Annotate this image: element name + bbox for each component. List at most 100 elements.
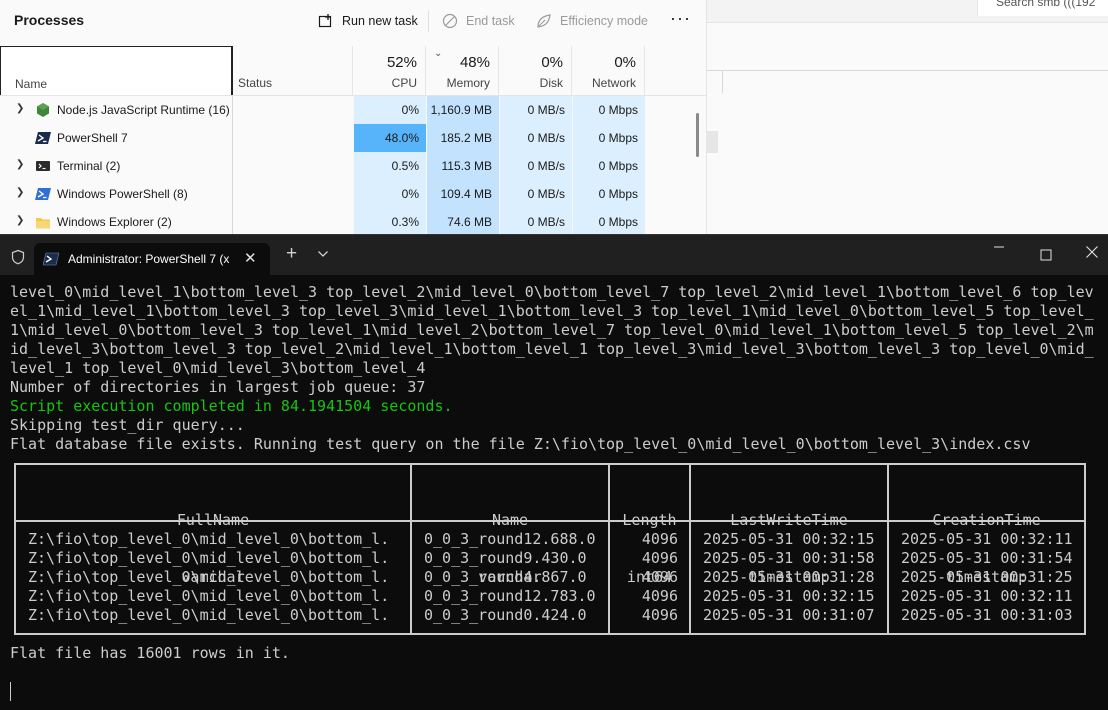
expand-chevron-icon[interactable]: ❯	[16, 215, 24, 226]
end-task-label: End task	[466, 14, 515, 28]
query-result-table: FullName varchar Name varchar Length int…	[14, 463, 1086, 635]
table-cell: 4096	[641, 549, 678, 567]
process-row[interactable]: PowerShell 7 48.0% 185.2 MB 0 MB/s 0 Mbp…	[0, 124, 706, 152]
process-row[interactable]: ❯ Node.js JavaScript Runtime (16) 0% 1,1…	[0, 96, 706, 124]
console-line: level_1 top_level_0\mid_level_3\bottom_l…	[10, 359, 426, 377]
efficiency-mode-button[interactable]: Efficiency mode	[536, 12, 648, 30]
page-title: Processes	[14, 12, 85, 28]
memory-value: 1,160.9 MB	[426, 96, 499, 124]
memory-value: 109.4 MB	[426, 180, 499, 208]
process-row[interactable]: ❯ Terminal (2) 0.5% 115.3 MB 0 MB/s 0 Mb…	[0, 152, 706, 180]
console-line: Number of directories in largest job que…	[10, 378, 426, 396]
column-header-network[interactable]: 0% Network	[572, 46, 645, 96]
windows-powershell-icon	[35, 188, 51, 200]
table-cell: 0_0_3_round4.867.0	[424, 568, 587, 586]
table-cell: 2025-05-31 00:31:28	[703, 568, 875, 586]
table-cell: 2025-05-31 00:32:15	[703, 587, 875, 605]
table-cell: 2025-05-31 00:32:15	[703, 530, 875, 548]
table-cell: Z:\fio\top_level_0\mid_level_0\bottom_l.	[28, 530, 390, 548]
column-header-disk[interactable]: 0% Disk	[499, 46, 572, 96]
memory-value: 74.6 MB	[426, 208, 499, 234]
expand-chevron-icon[interactable]: ❯	[16, 103, 24, 114]
shield-icon	[11, 249, 25, 265]
expand-chevron-icon[interactable]: ❯	[16, 159, 24, 170]
network-value: 0 Mbps	[572, 152, 645, 180]
console-line: Flat database file exists. Running test …	[10, 435, 1031, 453]
nodejs-icon	[37, 103, 49, 117]
powershell-icon	[35, 132, 51, 144]
table-cell: 0_0_3_round12.688.0	[424, 530, 596, 548]
close-window-icon[interactable]	[1085, 245, 1099, 259]
minimize-icon[interactable]	[993, 241, 1005, 253]
table-cell: 4096	[641, 530, 678, 548]
end-task-button[interactable]: End task	[442, 12, 515, 30]
disk-value: 0 MB/s	[499, 180, 572, 208]
disk-value: 0 MB/s	[499, 208, 572, 234]
process-name: Windows PowerShell (8)	[57, 187, 188, 201]
search-input[interactable]: Search smb (((192	[977, 0, 1108, 16]
expand-chevron-icon[interactable]: ❯	[16, 187, 24, 198]
table-cell: 2025-05-31 00:31:54	[901, 549, 1073, 567]
column-name: Length	[622, 511, 677, 529]
divider	[707, 70, 1108, 71]
console-line: level_0\mid_level_1\bottom_level_3 top_l…	[10, 283, 1094, 301]
column-name: CreationTime	[932, 511, 1041, 529]
disk-total-percent: 0%	[541, 54, 563, 71]
tab-title: Administrator: PowerShell 7 (x	[68, 252, 230, 266]
tab-bar: Administrator: PowerShell 7 (x ✕ +	[0, 235, 1108, 275]
memory-value: 185.2 MB	[426, 124, 499, 152]
column-header-name[interactable]: Name	[0, 46, 233, 96]
scrollbar-thumb[interactable]	[707, 131, 718, 153]
process-name: Terminal (2)	[57, 159, 121, 173]
disk-value: 0 MB/s	[499, 152, 572, 180]
table-cell: Z:\fio\top_level_0\mid_level_0\bottom_l.	[28, 606, 390, 624]
background-window: Search smb (((192	[707, 0, 1108, 234]
efficiency-mode-label: Efficiency mode	[560, 14, 649, 28]
process-row[interactable]: ❯ Windows Explorer (2) 0.3% 74.6 MB 0 MB…	[0, 208, 706, 234]
memory-value: 115.3 MB	[426, 152, 499, 180]
console-line: Skipping test_dir query...	[10, 416, 245, 434]
column-name: LastWriteTime	[730, 511, 848, 529]
column-header-network-label: Network	[591, 76, 636, 90]
column-header-name-label: Name	[15, 77, 48, 91]
folder-icon	[36, 218, 50, 229]
more-options-button[interactable]: ···	[670, 8, 691, 28]
cpu-value: 0.5%	[353, 152, 426, 180]
column-header-cpu-label: CPU	[391, 76, 417, 90]
vertical-scrollbar[interactable]	[696, 113, 699, 157]
console-output[interactable]: level_0\mid_level_1\bottom_level_3 top_l…	[10, 283, 1100, 454]
column-header-cpu[interactable]: 52% CPU	[353, 46, 426, 96]
table-cell: Z:\fio\top_level_0\mid_level_0\bottom_l.	[28, 549, 390, 567]
terminal-window: Administrator: PowerShell 7 (x ✕ + level…	[0, 234, 1108, 710]
column-header-disk-label: Disk	[539, 76, 563, 90]
table-cell: Z:\fio\top_level_0\mid_level_0\bottom_l.	[28, 568, 390, 586]
chevron-down-icon[interactable]	[317, 250, 329, 258]
maximize-icon[interactable]	[1040, 249, 1052, 261]
run-new-task-label: Run new task	[342, 14, 418, 28]
table-cell: 0_0_3_round9.430.0	[424, 549, 587, 567]
run-new-task-button[interactable]: Run new task	[318, 12, 418, 30]
table-cell: Z:\fio\top_level_0\mid_level_0\bottom_l.	[28, 587, 390, 605]
table-cell: 2025-05-31 00:31:03	[901, 606, 1073, 624]
text-cursor	[10, 682, 11, 701]
network-value: 0 Mbps	[572, 96, 645, 124]
toolbar-divider	[428, 10, 429, 32]
process-name: Windows Explorer (2)	[57, 215, 172, 229]
column-header-status[interactable]: Status	[233, 46, 353, 96]
new-tab-button[interactable]: +	[286, 244, 297, 264]
task-manager-window: Processes Run new task End task Efficien…	[0, 0, 707, 234]
divider	[722, 71, 723, 93]
powershell-icon	[43, 252, 59, 266]
cpu-value: 0%	[353, 180, 426, 208]
process-row[interactable]: ❯ Windows PowerShell (8) 0% 109.4 MB 0 M…	[0, 180, 706, 208]
terminal-tab[interactable]: Administrator: PowerShell 7 (x ✕	[34, 243, 270, 275]
table-cell: 2025-05-31 00:31:25	[901, 568, 1073, 586]
process-name: PowerShell 7	[57, 131, 128, 145]
cpu-value: 0.3%	[353, 208, 426, 234]
column-header-memory[interactable]: ⌄ 48% Memory	[426, 46, 499, 96]
console-line: 1\mid_level_0\bottom_level_3 top_level_1…	[10, 321, 1094, 339]
close-tab-icon[interactable]: ✕	[244, 249, 257, 267]
console-line: Flat file has 16001 rows in it.	[10, 644, 290, 662]
end-task-icon	[442, 13, 458, 29]
cpu-value: 48.0%	[353, 124, 426, 152]
